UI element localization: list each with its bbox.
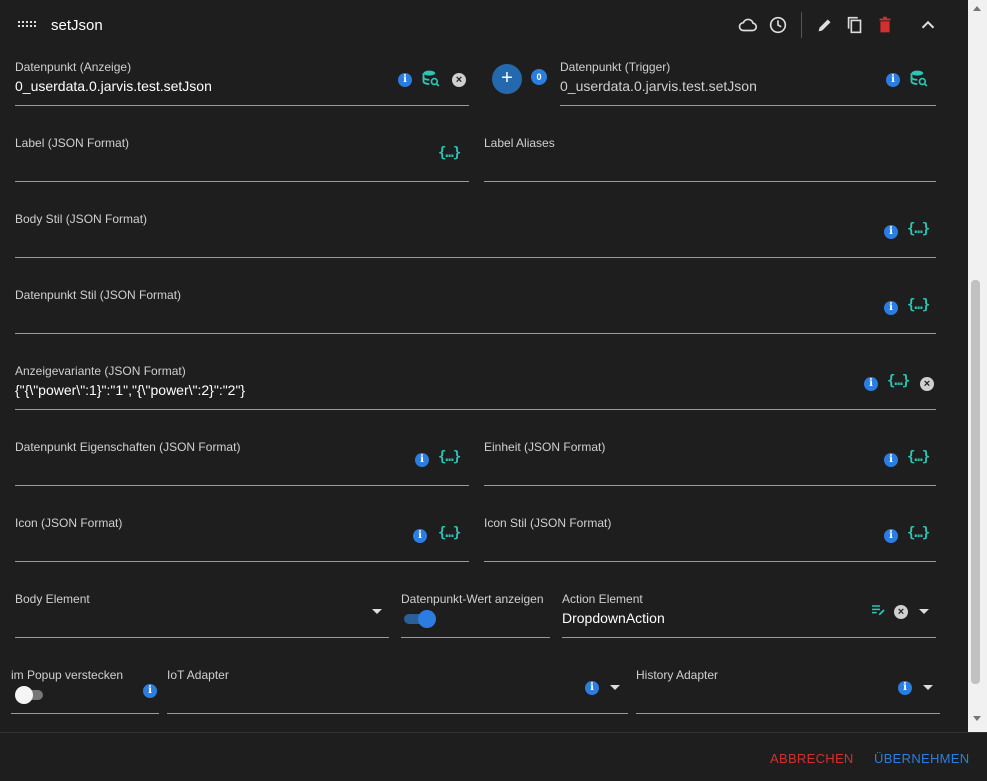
- show-dp-value-field: Datenpunkt-Wert anzeigen: [401, 590, 550, 638]
- unit-label: Einheit (JSON Format): [484, 440, 606, 454]
- toggle-knob[interactable]: [418, 610, 436, 628]
- unit-field[interactable]: Einheit (JSON Format) i {…}: [484, 438, 936, 486]
- action-element-value[interactable]: DropdownAction: [562, 610, 665, 626]
- copy-icon[interactable]: [844, 14, 866, 36]
- dropdown-arrow-icon[interactable]: [919, 609, 929, 614]
- cancel-button[interactable]: ABBRECHEN: [770, 751, 854, 766]
- info-icon[interactable]: i: [884, 453, 898, 467]
- json-editor-icon[interactable]: {…}: [907, 221, 930, 237]
- dp-trigger-field[interactable]: Datenpunkt (Trigger) 0_userdata.0.jarvis…: [560, 58, 936, 106]
- display-variant-label: Anzeigevariante (JSON Format): [15, 364, 186, 378]
- body-element-label: Body Element: [15, 592, 90, 606]
- scroll-up-icon[interactable]: [973, 6, 981, 11]
- json-editor-icon[interactable]: {…}: [438, 449, 461, 465]
- dp-style-field[interactable]: Datenpunkt Stil (JSON Format) i {…}: [15, 286, 936, 334]
- dropdown-arrow-icon[interactable]: [923, 685, 933, 690]
- dp-display-label: Datenpunkt (Anzeige): [15, 60, 132, 74]
- json-editor-icon[interactable]: {…}: [438, 145, 461, 161]
- info-icon[interactable]: i: [413, 529, 427, 543]
- scrollbar[interactable]: [968, 0, 987, 732]
- dp-properties-field[interactable]: Datenpunkt Eigenschaften (JSON Format) i…: [15, 438, 469, 486]
- dropdown-arrow-icon[interactable]: [372, 609, 382, 614]
- clear-icon[interactable]: ×: [894, 605, 908, 619]
- action-element-label: Action Element: [562, 592, 643, 606]
- history-adapter-label: History Adapter: [636, 668, 719, 682]
- info-icon[interactable]: i: [884, 529, 898, 543]
- scroll-down-icon[interactable]: [973, 716, 981, 721]
- collapse-icon[interactable]: [917, 14, 939, 36]
- iot-adapter-label: IoT Adapter: [167, 668, 229, 682]
- trigger-count-badge: 0: [531, 69, 547, 85]
- display-variant-value[interactable]: {"{\"power\":1}":"1","{\"power\":2}":"2"…: [15, 382, 245, 398]
- database-search-icon[interactable]: [909, 69, 929, 94]
- body-style-label: Body Stil (JSON Format): [15, 212, 148, 226]
- json-editor-icon[interactable]: {…}: [887, 373, 910, 389]
- dp-properties-label: Datenpunkt Eigenschaften (JSON Format): [15, 440, 241, 454]
- label-aliases-field[interactable]: Label Aliases: [484, 134, 936, 182]
- body-element-select[interactable]: Body Element: [15, 590, 389, 638]
- history-icon[interactable]: [767, 14, 789, 36]
- label-aliases-label: Label Aliases: [484, 136, 555, 150]
- dialog-title: setJson: [51, 17, 103, 34]
- database-search-icon[interactable]: [421, 69, 441, 94]
- icon-json-label: Icon (JSON Format): [15, 516, 123, 530]
- delete-icon[interactable]: [874, 14, 896, 36]
- label-json-field[interactable]: Label (JSON Format) {…}: [15, 134, 469, 182]
- action-element-select[interactable]: Action Element DropdownAction ×: [562, 590, 936, 638]
- hide-in-popup-label: im Popup verstecken: [11, 668, 124, 682]
- info-icon[interactable]: i: [415, 453, 429, 467]
- dp-trigger-value[interactable]: 0_userdata.0.jarvis.test.setJson: [560, 78, 757, 94]
- icon-style-label: Icon Stil (JSON Format): [484, 516, 612, 530]
- show-dp-value-label: Datenpunkt-Wert anzeigen: [401, 592, 544, 606]
- icon-style-field[interactable]: Icon Stil (JSON Format) i {…}: [484, 514, 936, 562]
- edit-list-icon[interactable]: [870, 602, 886, 623]
- drag-handle-icon[interactable]: [18, 21, 36, 29]
- info-icon[interactable]: i: [143, 684, 157, 698]
- scrollbar-thumb[interactable]: [971, 280, 980, 684]
- dropdown-arrow-icon[interactable]: [610, 685, 620, 690]
- info-icon[interactable]: i: [886, 73, 900, 87]
- toggle-knob[interactable]: [15, 686, 33, 704]
- body-style-field[interactable]: Body Stil (JSON Format) i {…}: [15, 210, 936, 258]
- header-divider: [801, 12, 802, 38]
- info-icon[interactable]: i: [398, 73, 412, 87]
- dp-display-field[interactable]: Datenpunkt (Anzeige) 0_userdata.0.jarvis…: [15, 58, 469, 106]
- add-trigger-button[interactable]: +: [492, 64, 522, 94]
- info-icon[interactable]: i: [884, 301, 898, 315]
- icon-json-field[interactable]: Icon (JSON Format) i {…}: [15, 514, 469, 562]
- dp-style-label: Datenpunkt Stil (JSON Format): [15, 288, 182, 302]
- cloud-icon[interactable]: [737, 14, 759, 36]
- dp-trigger-label: Datenpunkt (Trigger): [560, 60, 671, 74]
- info-icon[interactable]: i: [898, 681, 912, 695]
- apply-button[interactable]: ÜBERNEHMEN: [874, 751, 969, 766]
- iot-adapter-select[interactable]: IoT Adapter i: [167, 666, 628, 714]
- clear-icon[interactable]: ×: [452, 73, 466, 87]
- display-variant-field[interactable]: Anzeigevariante (JSON Format) {"{\"power…: [15, 362, 936, 410]
- info-icon[interactable]: i: [585, 681, 599, 695]
- dialog-header: setJson: [0, 0, 968, 52]
- edit-icon[interactable]: [814, 14, 836, 36]
- clear-icon[interactable]: ×: [920, 377, 934, 391]
- history-adapter-select[interactable]: History Adapter i: [636, 666, 940, 714]
- hide-in-popup-field: im Popup verstecken i: [11, 666, 159, 714]
- json-editor-icon[interactable]: {…}: [907, 297, 930, 313]
- json-editor-icon[interactable]: {…}: [907, 525, 930, 541]
- label-json-label: Label (JSON Format): [15, 136, 130, 150]
- dp-display-value[interactable]: 0_userdata.0.jarvis.test.setJson: [15, 78, 212, 94]
- info-icon[interactable]: i: [884, 225, 898, 239]
- dialog: setJson Datenpunkt (Anzeige) 0_userdata.…: [0, 0, 968, 732]
- info-icon[interactable]: i: [864, 377, 878, 391]
- dialog-footer: ABBRECHEN ÜBERNEHMEN: [0, 732, 987, 781]
- json-editor-icon[interactable]: {…}: [907, 449, 930, 465]
- json-editor-icon[interactable]: {…}: [438, 525, 461, 541]
